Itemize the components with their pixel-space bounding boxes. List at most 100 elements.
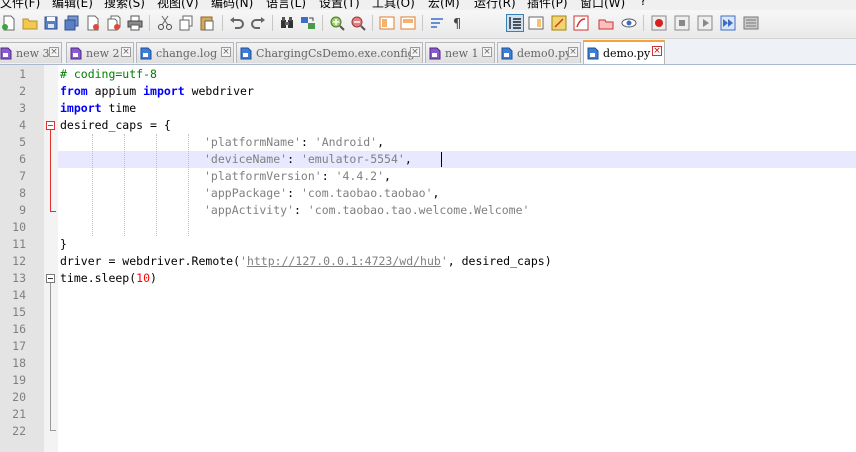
line-number: 5: [19, 135, 26, 149]
string: 'emulator-5554': [300, 152, 405, 166]
tab-demo-py[interactable]: demo.py ×: [583, 40, 665, 64]
tab-close-icon[interactable]: ×: [568, 47, 578, 57]
redo-icon[interactable]: [249, 14, 267, 32]
toolbar-separator: [149, 15, 150, 31]
paste-icon[interactable]: [198, 14, 216, 32]
replace-icon[interactable]: [299, 14, 317, 32]
tab-new-1[interactable]: new 1 ×: [425, 42, 495, 63]
zoom-in-icon[interactable]: [328, 14, 346, 32]
menu-encoding[interactable]: 编码(N): [211, 0, 253, 10]
menu-plugins[interactable]: 插件(P): [527, 0, 568, 10]
string: '4.4.2': [335, 169, 385, 183]
show-all-chars-icon[interactable]: ¶: [449, 14, 467, 32]
saved-file-icon: [587, 47, 599, 59]
function-list-icon[interactable]: [550, 14, 568, 32]
tab-label: new 2: [86, 46, 120, 60]
code-editor[interactable]: # coding=utf-8 from appium import webdri…: [58, 65, 856, 452]
line-number: 1: [19, 67, 26, 81]
close-all-icon[interactable]: [105, 14, 123, 32]
find-icon[interactable]: [278, 14, 296, 32]
fold-collapse-icon[interactable]: [46, 274, 55, 283]
tab-label: demo.py: [603, 46, 651, 60]
menu-language[interactable]: 语言(L): [266, 0, 306, 10]
close-icon[interactable]: [84, 14, 102, 32]
doc-map-icon[interactable]: [527, 14, 545, 32]
menu-edit[interactable]: 编辑(E): [52, 0, 93, 10]
indent-guide: [92, 134, 93, 236]
run-macro-multiple-icon[interactable]: [719, 14, 737, 32]
line-number: 8: [19, 186, 26, 200]
record-macro-icon[interactable]: [650, 14, 668, 32]
tab-close-icon[interactable]: ×: [221, 47, 231, 57]
line-number: 18: [12, 356, 26, 370]
indent-guide: [188, 134, 189, 236]
open-file-icon[interactable]: [21, 14, 39, 32]
url-link[interactable]: http://127.0.0.1:4723/wd/hub: [247, 254, 441, 268]
code-text: ,: [404, 152, 412, 166]
code-line-1: # coding=utf-8: [60, 66, 157, 83]
unsaved-file-icon: [70, 47, 82, 59]
line-number: 19: [12, 373, 26, 387]
fold-range-end: [50, 211, 56, 212]
menu-search[interactable]: 搜索(S): [104, 0, 145, 10]
code-text: , desired_caps): [447, 254, 552, 268]
save-macro-icon[interactable]: [742, 14, 760, 32]
menu-run[interactable]: 运行(R): [474, 0, 516, 10]
monitoring-icon[interactable]: [597, 14, 615, 32]
tab-chargingcsdemo-config[interactable]: ChargingCsDemo.exe.config ×: [236, 42, 423, 63]
code-text: :: [300, 135, 315, 149]
tab-demo0-py[interactable]: demo0.py ×: [497, 42, 581, 63]
zoom-out-icon[interactable]: [349, 14, 367, 32]
line-number: 3: [19, 101, 26, 115]
code-text: time.sleep(: [60, 271, 137, 285]
tab-close-icon[interactable]: ×: [482, 47, 492, 57]
fold-collapse-icon[interactable]: [46, 121, 55, 130]
string: ': [240, 254, 247, 268]
fold-margin[interactable]: [44, 65, 58, 452]
new-file-icon[interactable]: [0, 14, 18, 32]
undo-icon[interactable]: [228, 14, 246, 32]
save-icon[interactable]: [42, 14, 60, 32]
menu-file[interactable]: 文件(F): [0, 0, 40, 10]
line-number: 6: [19, 152, 26, 166]
tab-label: ChargingCsDemo.exe.config: [256, 46, 415, 60]
tab-new-2[interactable]: new 2 ×: [66, 42, 134, 63]
string: 'com.taobao.taobao': [300, 186, 433, 200]
number: 10: [136, 271, 151, 285]
code-line-7: 'platformVersion': '4.4.2',: [204, 168, 391, 185]
stop-record-icon[interactable]: [673, 14, 691, 32]
sync-horizontal-icon[interactable]: [399, 14, 417, 32]
code-text: ,: [377, 135, 385, 149]
code-text: :: [287, 152, 301, 166]
copy-icon[interactable]: [177, 14, 195, 32]
menu-tools[interactable]: 工具(O): [372, 0, 415, 10]
menu-window[interactable]: 窗口(W): [580, 0, 625, 10]
eye-icon[interactable]: [620, 14, 638, 32]
tab-new-3[interactable]: new 3 ×: [0, 42, 62, 63]
word-wrap-icon[interactable]: [428, 14, 446, 32]
tab-change-log[interactable]: change.log ×: [136, 42, 234, 63]
code-line-2: from appium import webdriver: [60, 83, 254, 100]
tab-close-icon[interactable]: ×: [410, 47, 420, 57]
keyword: import: [60, 101, 102, 115]
tab-close-icon[interactable]: ×: [121, 47, 131, 57]
save-all-icon[interactable]: [63, 14, 81, 32]
sync-vertical-icon[interactable]: [378, 14, 396, 32]
menu-settings[interactable]: 设置(T): [319, 0, 360, 10]
menu-help[interactable]: ?: [640, 0, 646, 8]
string: 'deviceName': [204, 152, 288, 166]
menu-macro[interactable]: 宏(M): [428, 0, 460, 10]
tab-close-icon[interactable]: ×: [49, 47, 59, 57]
code-line-9: 'appActivity': 'com.taobao.tao.welcome.W…: [204, 202, 529, 219]
line-number-gutter[interactable]: 1 2 3 4 5 6 7 8 9 10 11 12 13 14 15 16 1…: [0, 65, 44, 452]
playback-macro-icon[interactable]: [696, 14, 714, 32]
string: 'Android': [314, 135, 378, 149]
tab-close-icon[interactable]: ×: [652, 46, 662, 56]
indent-guide-icon[interactable]: [506, 14, 524, 32]
menu-view[interactable]: 视图(V): [157, 0, 199, 10]
cut-icon[interactable]: [156, 14, 174, 32]
code-text: ,: [384, 169, 391, 183]
print-icon[interactable]: [126, 14, 144, 32]
folder-as-workspace-icon[interactable]: [572, 14, 590, 32]
code-line-12: driver = webdriver.Remote('http://127.0.…: [60, 253, 552, 270]
